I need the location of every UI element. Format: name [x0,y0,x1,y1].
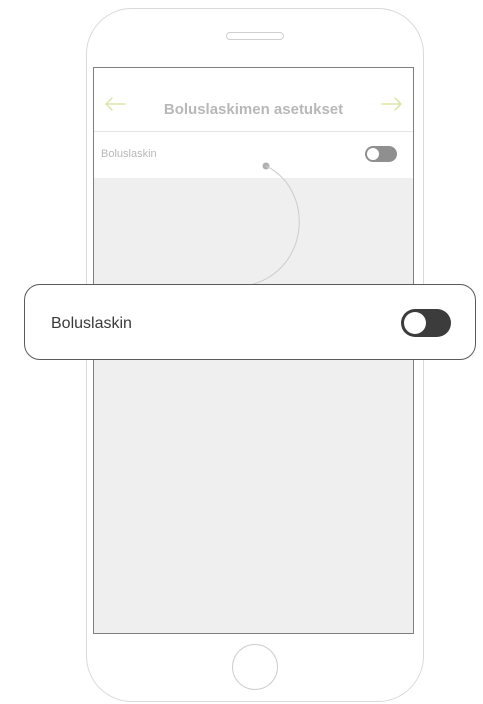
callout-toggle[interactable] [401,309,451,337]
boluslaskin-toggle[interactable] [365,146,397,162]
arrow-right-icon[interactable] [381,96,403,112]
callout-connector [249,162,300,286]
nav-bar: Boluslaskimen asetukset [94,68,413,132]
arrow-left-icon[interactable] [104,96,126,112]
zoom-callout: Boluslaskin [24,284,476,360]
toggle-knob [367,148,379,160]
home-button [232,644,278,690]
toggle-knob [404,312,426,334]
callout-label: Boluslaskin [51,315,132,332]
phone-speaker [226,32,284,40]
page-title: Boluslaskimen asetukset [163,101,344,118]
setting-label: Boluslaskin [101,148,157,160]
